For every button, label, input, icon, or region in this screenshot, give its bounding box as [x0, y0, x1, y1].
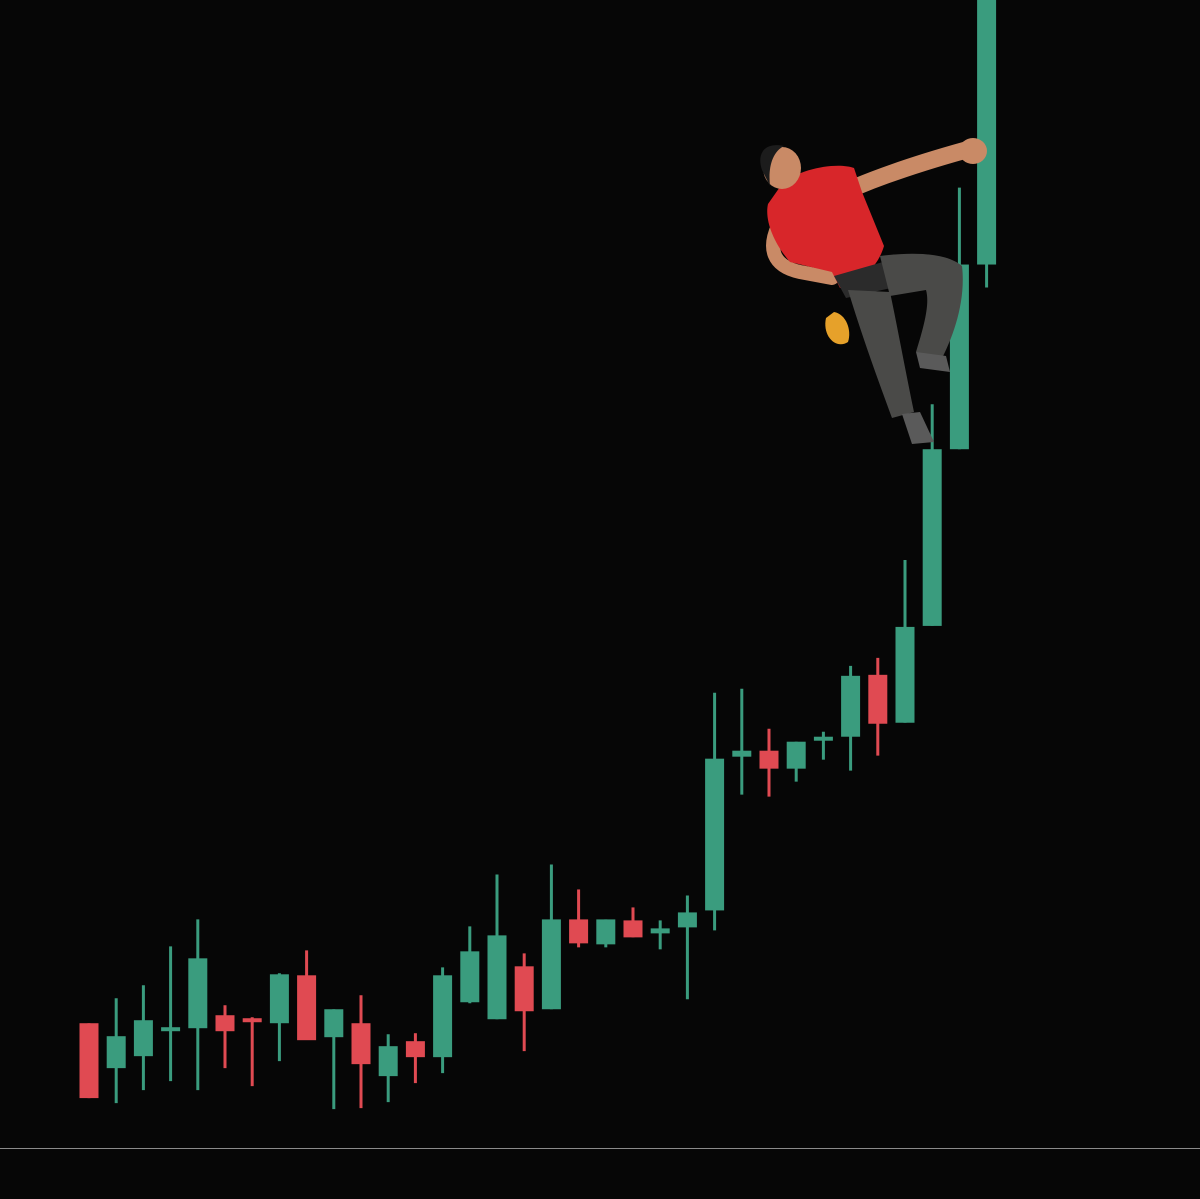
x-axis-line	[0, 1148, 1200, 1149]
climber-hanging-leg	[848, 290, 914, 418]
candle-body-up	[433, 975, 453, 1058]
candle-body-up	[324, 1009, 344, 1038]
candle-body-up	[650, 928, 670, 934]
candle-body-up	[541, 919, 561, 1010]
candle-body-up	[269, 974, 289, 1024]
candle-body-down	[297, 975, 317, 1041]
candle-body-down	[623, 920, 643, 938]
candle-body-down	[215, 1015, 235, 1032]
candle-body-up	[677, 912, 697, 928]
candle-body-up	[161, 1027, 181, 1032]
candle-body-up	[922, 449, 942, 626]
candle-body-up	[705, 758, 725, 911]
candle-body-down	[569, 919, 589, 944]
candle-body-down	[242, 1018, 262, 1023]
candle-body-down	[405, 1041, 425, 1058]
candle-body-down	[351, 1023, 371, 1065]
candle-body-up	[596, 919, 616, 945]
candle-body-up	[732, 750, 752, 757]
candle-body-up	[378, 1046, 398, 1077]
climber-shoe-upper	[916, 352, 950, 372]
candle-body-up	[813, 736, 833, 741]
candlestick-chart	[79, 0, 997, 1110]
candle-body-up	[487, 935, 507, 1020]
candle-body-up	[460, 951, 480, 1003]
climber-hand	[959, 138, 987, 164]
candle-body-up	[106, 1036, 126, 1069]
climber-reaching-arm	[849, 141, 975, 195]
climber-shoe-lower	[902, 412, 934, 444]
candles-layer	[79, 0, 997, 1110]
climber-chalk-bag	[825, 312, 850, 345]
candle-body-up	[841, 675, 861, 737]
candle-body-up	[786, 741, 806, 769]
chart-stage	[0, 0, 1200, 1199]
candle-body-up	[188, 958, 208, 1029]
candle-body-down	[868, 674, 888, 724]
candle-body-down	[759, 750, 779, 769]
candle-body-up	[133, 1020, 153, 1057]
candle-body-up	[977, 0, 997, 265]
candle-body-up	[895, 626, 915, 723]
candle-body-down	[79, 1023, 99, 1099]
candle-body-down	[514, 966, 534, 1012]
